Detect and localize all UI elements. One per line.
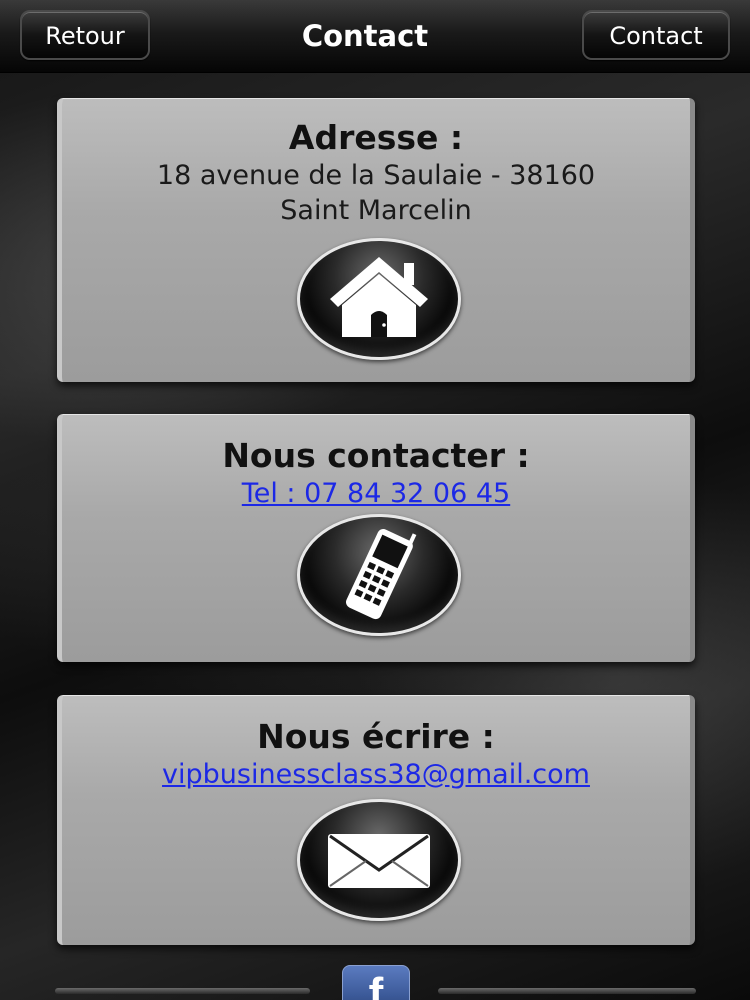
page-title: Contact bbox=[301, 19, 429, 53]
call-button[interactable] bbox=[297, 514, 461, 636]
contact-screen: Retour Contact Contact Adresse : 18 aven… bbox=[0, 0, 750, 1000]
email-title: Nous écrire : bbox=[257, 717, 495, 756]
bottom-divider-right bbox=[438, 988, 696, 994]
bottom-bar: f bbox=[0, 960, 750, 1000]
phone-card: Nous contacter : Tel : 07 84 32 06 45 bbox=[57, 414, 695, 662]
mobile-phone-icon bbox=[346, 529, 417, 620]
email-link[interactable]: vipbusinessclass38@gmail.com bbox=[162, 757, 590, 793]
address-line-1: 18 avenue de la Saulaie - 38160 bbox=[156, 160, 596, 191]
phone-link[interactable]: Tel : 07 84 32 06 45 bbox=[242, 476, 510, 512]
back-button[interactable]: Retour bbox=[20, 10, 150, 60]
address-line-2: Saint Marcelin bbox=[280, 195, 472, 226]
bottom-divider-left bbox=[55, 988, 310, 994]
facebook-button[interactable]: f bbox=[342, 965, 410, 1000]
home-icon bbox=[330, 257, 428, 337]
address-title: Adresse : bbox=[288, 118, 464, 157]
home-button[interactable] bbox=[297, 238, 461, 360]
navigation-bar: Retour Contact Contact bbox=[0, 0, 750, 73]
contact-button[interactable]: Contact bbox=[582, 10, 730, 60]
facebook-icon: f bbox=[368, 969, 384, 1000]
email-button[interactable] bbox=[297, 799, 461, 921]
envelope-icon bbox=[328, 834, 430, 888]
address-card: Adresse : 18 avenue de la Saulaie - 3816… bbox=[57, 98, 695, 382]
email-card: Nous écrire : vipbusinessclass38@gmail.c… bbox=[57, 695, 695, 945]
phone-title: Nous contacter : bbox=[222, 436, 530, 475]
